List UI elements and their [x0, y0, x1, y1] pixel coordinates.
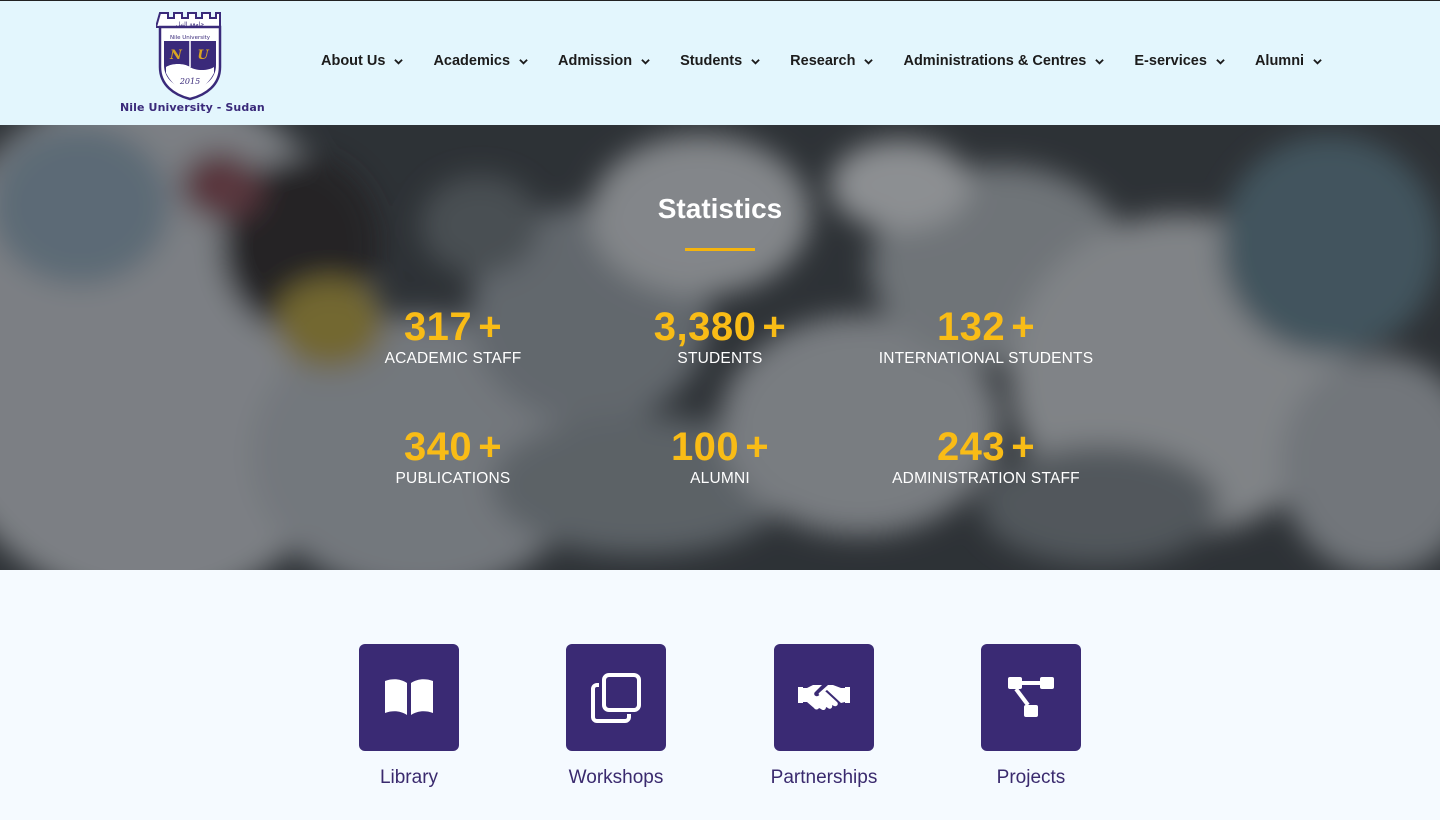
nav-label: Administrations & Centres: [903, 53, 1087, 69]
open-book-icon: [385, 678, 433, 715]
chevron-down-icon: [864, 58, 874, 65]
stat-value: 100 +: [580, 425, 860, 469]
stat-alumni: 100 + ALUMNI: [580, 425, 860, 488]
crest-letter-u: U: [197, 48, 209, 63]
crest-year: 2015: [179, 77, 200, 86]
nav-administrations-centres[interactable]: Administrations & Centres: [888, 47, 1119, 75]
nav-e-services[interactable]: E-services: [1119, 47, 1240, 75]
chevron-down-icon: [394, 58, 404, 65]
service-library[interactable]: Library: [334, 644, 484, 789]
services-section: Library Workshops Partnerships Projects: [0, 570, 1440, 820]
university-crest-icon: جامعة النيل Nile University N U 2015: [156, 12, 222, 101]
crest-letter-n: N: [169, 48, 183, 63]
crest-english: Nile University: [170, 35, 211, 41]
stat-value: 243 +: [846, 425, 1126, 469]
nav-admission[interactable]: Admission: [543, 47, 665, 75]
stat-number: 317: [403, 305, 473, 349]
service-label: Library: [379, 767, 439, 788]
statistics-title: Statistics: [657, 193, 783, 224]
chevron-down-icon: [1095, 58, 1105, 65]
nav-alumni[interactable]: Alumni: [1240, 47, 1337, 75]
stat-number: 3,380: [653, 305, 757, 349]
stat-label: PUBLICATIONS: [395, 470, 511, 487]
stat-suffix: +: [762, 305, 787, 349]
chevron-down-icon: [751, 58, 760, 65]
service-partnerships[interactable]: Partnerships: [749, 644, 899, 789]
stat-academic-staff: 317 + ACADEMIC STAFF: [313, 305, 593, 368]
chevron-down-icon: [1313, 58, 1322, 65]
service-workshops[interactable]: Workshops: [541, 644, 691, 789]
service-label: Projects: [996, 767, 1066, 788]
stat-administration-staff: 243 + ADMINISTRATION STAFF: [846, 425, 1126, 488]
stat-students: 3,380 + STUDENTS: [580, 305, 860, 368]
nav-label: Research: [790, 53, 856, 69]
title-underline: [685, 248, 755, 251]
stat-label: STUDENTS: [677, 350, 763, 367]
stat-suffix: +: [478, 425, 503, 469]
nav-label: E-services: [1134, 53, 1207, 69]
stat-suffix: +: [1011, 425, 1036, 469]
chevron-down-icon: [641, 58, 650, 65]
stat-value: 3,380 +: [580, 305, 860, 349]
nav-label: About Us: [321, 53, 386, 69]
nav-label: Students: [680, 53, 743, 69]
project-diagram-icon: [1008, 676, 1054, 717]
nav-label: Academics: [433, 53, 511, 69]
chevron-down-icon: [519, 58, 528, 65]
stat-label: ACADEMIC STAFF: [384, 350, 522, 367]
service-icon-box[interactable]: [359, 644, 459, 751]
stat-number: 100: [670, 425, 740, 469]
chevron-down-icon: [1216, 58, 1225, 65]
nav-students[interactable]: Students: [665, 47, 775, 75]
handshake-icon: [798, 684, 850, 710]
stat-label: INTERNATIONAL STUDENTS: [878, 350, 1094, 367]
site-logo[interactable]: جامعة النيل Nile University N U 2015 Nil…: [118, 9, 265, 119]
logo-wordmark: Nile University - Sudan: [120, 101, 265, 114]
stat-value: 317 +: [313, 305, 593, 349]
nav-about-us[interactable]: About Us: [306, 47, 418, 75]
stat-suffix: +: [478, 305, 503, 349]
service-icon-box[interactable]: [566, 644, 666, 751]
stat-number: 340: [403, 425, 473, 469]
stat-value: 340 +: [313, 425, 593, 469]
nav-label: Admission: [558, 53, 633, 69]
nav-label: Alumni: [1254, 53, 1305, 69]
nav-research[interactable]: Research: [775, 47, 888, 75]
service-icon-box[interactable]: [774, 644, 874, 751]
service-projects[interactable]: Projects: [956, 644, 1106, 789]
stat-number: 132: [936, 305, 1006, 349]
main-nav: About Us Academics Admission Students Re…: [306, 47, 1337, 75]
nav-academics[interactable]: Academics: [418, 47, 543, 75]
site-header: جامعة النيل Nile University N U 2015 Nil…: [0, 0, 1440, 125]
stat-suffix: +: [1011, 305, 1036, 349]
stat-suffix: +: [745, 425, 770, 469]
service-label: Workshops: [568, 767, 664, 788]
stat-international-students: 132 + INTERNATIONAL STUDENTS: [846, 305, 1126, 368]
statistics-section: Statistics 317 + ACADEMIC STAFF 3,380 + ST…: [0, 125, 1440, 570]
stat-label: ALUMNI: [690, 470, 750, 487]
stat-value: 132 +: [846, 305, 1126, 349]
crest-arabic: جامعة النيل: [176, 21, 205, 28]
service-label: Partnerships: [770, 767, 878, 788]
stat-publications: 340 + PUBLICATIONS: [313, 425, 593, 488]
stat-number: 243: [936, 425, 1006, 469]
clone-icon: [591, 672, 641, 723]
stat-label: ADMINISTRATION STAFF: [892, 470, 1080, 487]
service-icon-box[interactable]: [981, 644, 1081, 751]
